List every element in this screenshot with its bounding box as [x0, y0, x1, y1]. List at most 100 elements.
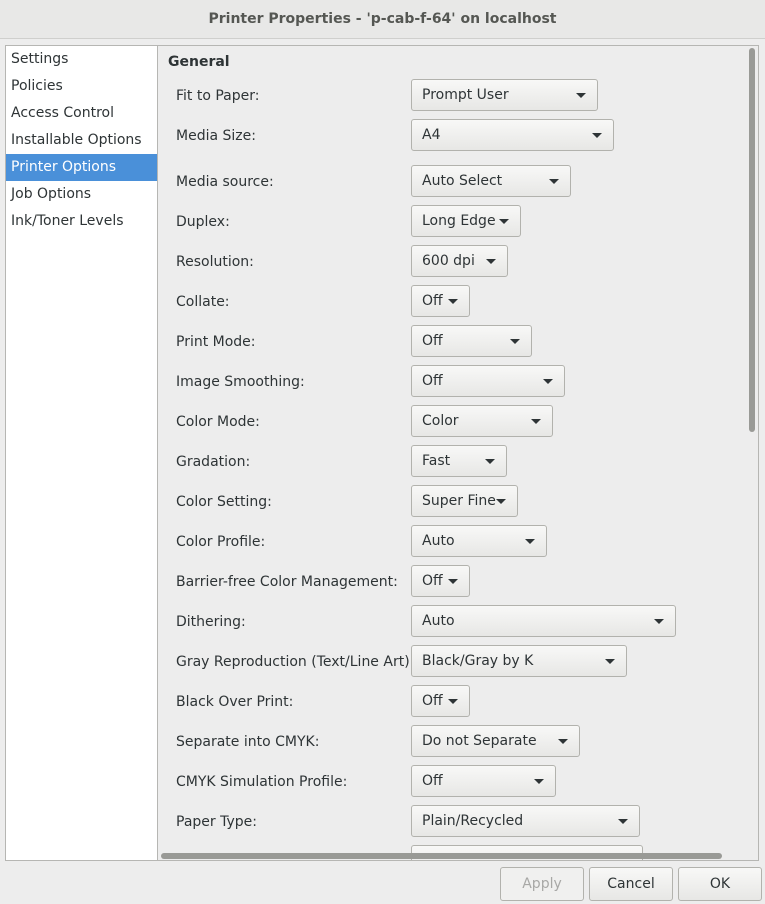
print-mode-dropdown[interactable]: Off [411, 325, 532, 357]
chevron-down-icon [605, 658, 615, 664]
option-row: Fit to Paper: Prompt User [158, 79, 738, 113]
dropdown-value: Off [422, 333, 443, 349]
option-label: Separate into CMYK: [176, 734, 320, 750]
color-mode-dropdown[interactable]: Color [411, 405, 553, 437]
sidebar-item-ink-toner-levels[interactable]: Ink/Toner Levels [6, 208, 157, 235]
collate-dropdown[interactable]: Off [411, 285, 470, 317]
chevron-down-icon [558, 738, 568, 744]
option-label: Duplex: [176, 214, 230, 230]
chevron-down-icon [576, 92, 586, 98]
option-label: Media Size: [176, 128, 256, 144]
sidebar-item-policies[interactable]: Policies [6, 73, 157, 100]
option-label: Gray Reproduction (Text/Line Art): [176, 654, 415, 670]
horizontal-scrollbar[interactable] [161, 853, 722, 859]
gray-reproduction-dropdown[interactable]: Black/Gray by K [411, 645, 627, 677]
resolution-dropdown[interactable]: 600 dpi [411, 245, 508, 277]
dropdown-value: A4 [422, 127, 441, 143]
option-row: Barrier-free Color Management: Off [158, 565, 738, 599]
option-row: Color Mode: Color [158, 405, 738, 439]
sidebar-item-installable-options[interactable]: Installable Options [6, 127, 157, 154]
window-title: Printer Properties - 'p-cab-f-64' on loc… [208, 11, 557, 27]
chevron-down-icon [510, 338, 520, 344]
chevron-down-icon [448, 298, 458, 304]
sidebar: Settings Policies Access Control Install… [5, 45, 158, 861]
media-source-dropdown[interactable]: Auto Select [411, 165, 571, 197]
option-label: Print Mode: [176, 334, 256, 350]
dropdown-value: Long Edge [422, 213, 496, 229]
apply-button[interactable]: Apply [500, 867, 584, 901]
option-label: Paper Type: [176, 814, 257, 830]
chevron-down-icon [499, 218, 509, 224]
dropdown-value: Prompt User [422, 87, 509, 103]
duplex-dropdown[interactable]: Long Edge [411, 205, 521, 237]
dithering-dropdown[interactable]: Auto [411, 605, 676, 637]
dropdown-value: Auto Select [422, 173, 503, 189]
option-label: Dithering: [176, 614, 246, 630]
option-label: CMYK Simulation Profile: [176, 774, 348, 790]
dropdown-value: Off [422, 693, 443, 709]
dropdown-value: 600 dpi [422, 253, 475, 269]
option-row: Image Smoothing: Off [158, 365, 738, 399]
chevron-down-icon [496, 498, 506, 504]
media-size-dropdown[interactable]: A4 [411, 119, 614, 151]
separate-cmyk-dropdown[interactable]: Do not Separate [411, 725, 580, 757]
sidebar-item-job-options[interactable]: Job Options [6, 181, 157, 208]
option-label: Color Profile: [176, 534, 266, 550]
dropdown-value: Off [422, 373, 443, 389]
color-profile-dropdown[interactable]: Auto [411, 525, 547, 557]
option-row: Gradation: Fast [158, 445, 738, 479]
dropdown-value: Off [422, 293, 443, 309]
window-titlebar: Printer Properties - 'p-cab-f-64' on loc… [0, 0, 765, 39]
sidebar-item-access-control[interactable]: Access Control [6, 100, 157, 127]
option-row: Gray Reproduction (Text/Line Art): Black… [158, 645, 738, 679]
option-label: Black Over Print: [176, 694, 294, 710]
option-row: Media source: Auto Select [158, 165, 738, 199]
option-label: Image Smoothing: [176, 374, 305, 390]
option-label: Gradation: [176, 454, 251, 470]
option-row: Print Mode: Off [158, 325, 738, 359]
sidebar-item-printer-options[interactable]: Printer Options [6, 154, 157, 181]
section-title: General [168, 54, 230, 70]
options-panel: General Fit to Paper: Prompt User Media … [157, 45, 759, 861]
option-label: Fit to Paper: [176, 88, 260, 104]
dropdown-value: Off [422, 773, 443, 789]
gradation-dropdown[interactable]: Fast [411, 445, 507, 477]
barrier-free-color-dropdown[interactable]: Off [411, 565, 470, 597]
dropdown-value: Fast [422, 453, 451, 469]
sidebar-item-settings[interactable]: Settings [6, 46, 157, 73]
chevron-down-icon [534, 778, 544, 784]
dropdown-value: Color [422, 413, 459, 429]
cancel-button[interactable]: Cancel [589, 867, 673, 901]
dropdown-value: Plain/Recycled [422, 813, 524, 829]
option-row: Duplex: Long Edge [158, 205, 738, 239]
cmyk-simulation-profile-dropdown[interactable]: Off [411, 765, 556, 797]
chevron-down-icon [448, 698, 458, 704]
chevron-down-icon [485, 458, 495, 464]
fit-to-paper-dropdown[interactable]: Prompt User [411, 79, 598, 111]
option-row: Separate into CMYK: Do not Separate [158, 725, 738, 759]
dropdown-value: Auto [422, 613, 455, 629]
option-row: Color Setting: Super Fine [158, 485, 738, 519]
option-label: Collate: [176, 294, 230, 310]
option-label: Media source: [176, 174, 274, 190]
ok-button[interactable]: OK [678, 867, 762, 901]
chevron-down-icon [654, 618, 664, 624]
option-row: Collate: Off [158, 285, 738, 319]
black-over-print-dropdown[interactable]: Off [411, 685, 470, 717]
option-row: CMYK Simulation Profile: Off [158, 765, 738, 799]
paper-type-dropdown[interactable]: Plain/Recycled [411, 805, 640, 837]
option-row: Black Over Print: Off [158, 685, 738, 719]
option-row: Color Profile: Auto [158, 525, 738, 559]
chevron-down-icon [543, 378, 553, 384]
dropdown-value: Super Fine [422, 493, 496, 509]
chevron-down-icon [549, 178, 559, 184]
chevron-down-icon [448, 578, 458, 584]
option-row: Media Size: A4 [158, 119, 738, 153]
dropdown-value: Auto [422, 533, 455, 549]
vertical-scrollbar[interactable] [749, 48, 755, 432]
color-setting-dropdown[interactable]: Super Fine [411, 485, 518, 517]
image-smoothing-dropdown[interactable]: Off [411, 365, 565, 397]
chevron-down-icon [525, 538, 535, 544]
chevron-down-icon [592, 132, 602, 138]
chevron-down-icon [618, 818, 628, 824]
